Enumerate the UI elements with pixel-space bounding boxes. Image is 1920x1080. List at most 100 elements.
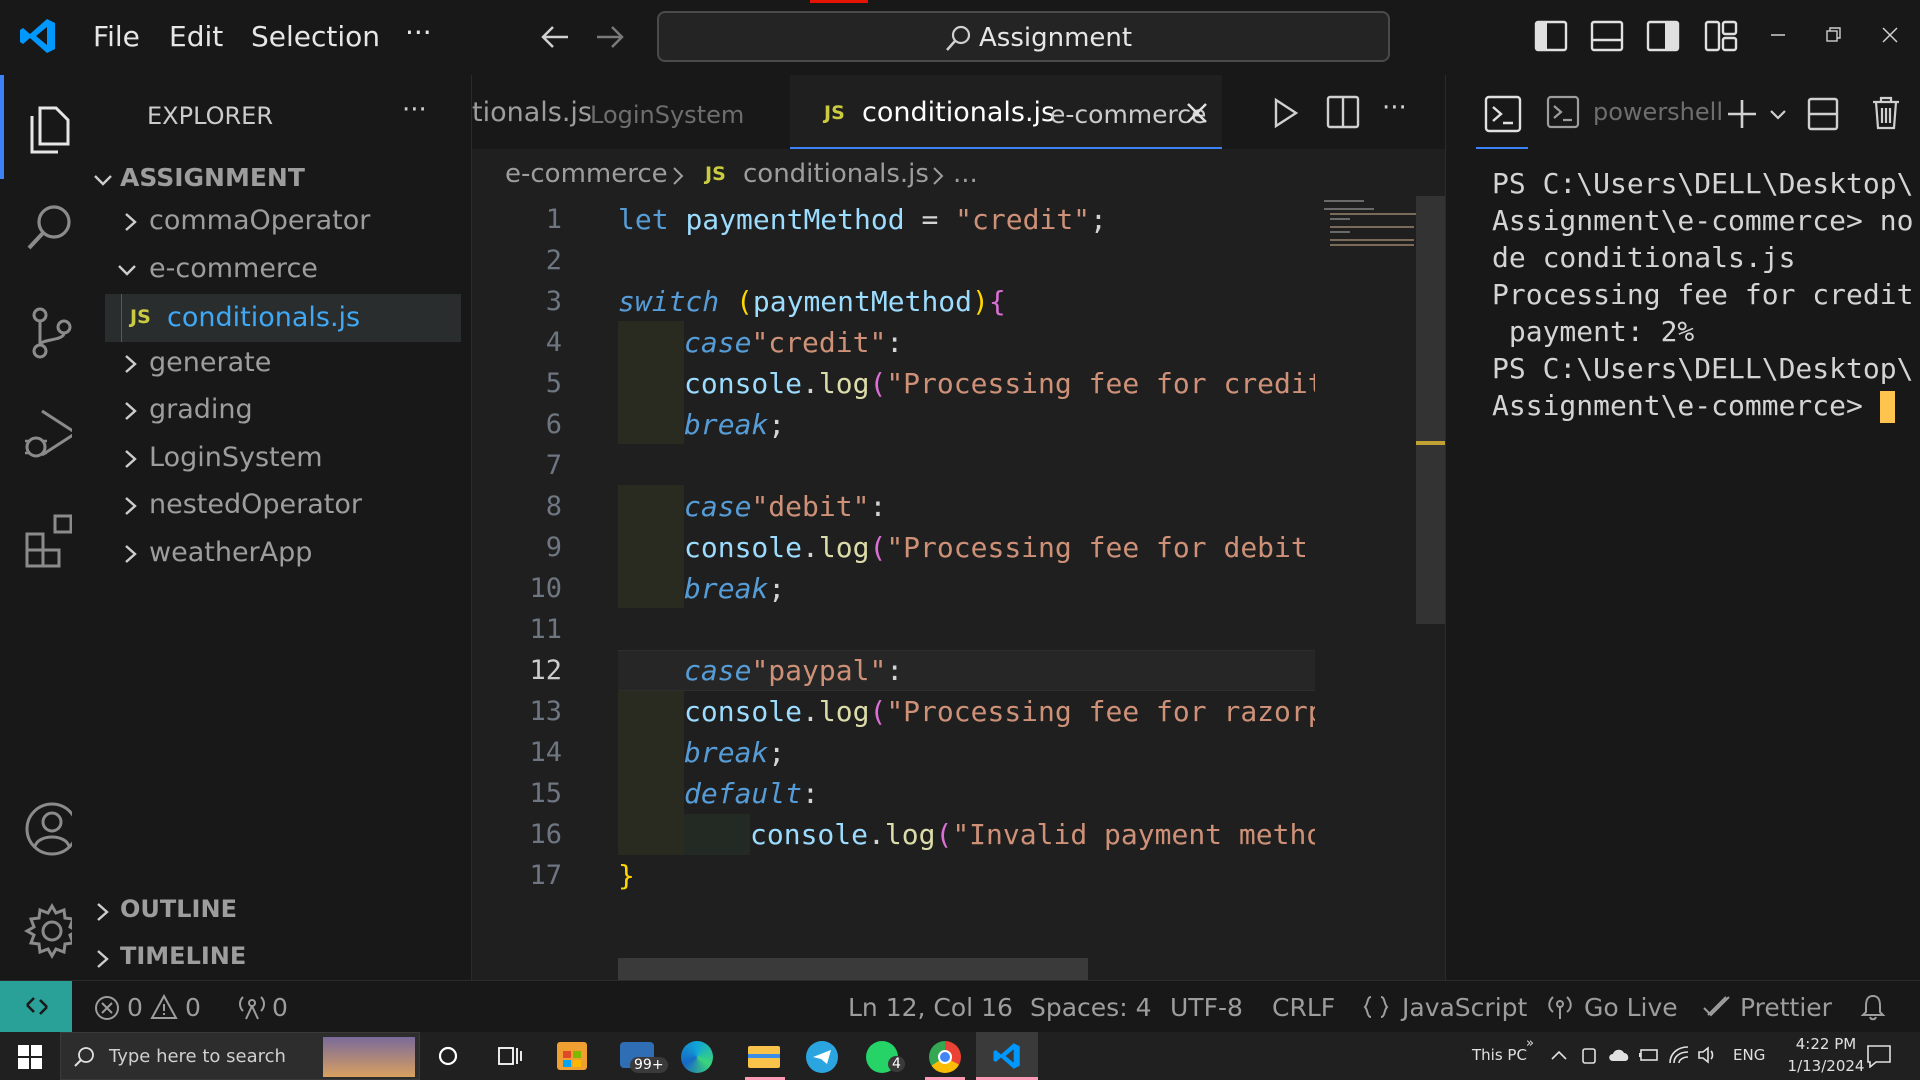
close-window-icon[interactable] — [1882, 27, 1898, 43]
go-live-button[interactable]: Go Live — [1584, 993, 1678, 1022]
search-view-icon[interactable] — [24, 200, 78, 254]
indentation[interactable]: Spaces: 4 — [1030, 993, 1151, 1022]
tab-folder-hint: LoginSystem — [590, 101, 745, 129]
customize-layout-icon[interactable] — [1704, 20, 1738, 52]
whatsapp-badge: 4 — [888, 1056, 905, 1072]
chevron-right-icon — [125, 355, 137, 373]
this-pc-label[interactable]: This PC — [1472, 1046, 1527, 1064]
device-icon[interactable] — [1580, 1046, 1598, 1066]
toggle-panel-icon[interactable] — [1590, 20, 1624, 52]
folder-root-assignment[interactable]: ASSIGNMENT — [92, 163, 472, 197]
line-ending[interactable]: CRLF — [1272, 993, 1335, 1022]
tree-folder-grading[interactable]: grading — [92, 392, 472, 432]
telegram-icon[interactable] — [806, 1041, 838, 1073]
menu-selection[interactable]: Selection — [251, 20, 380, 53]
input-language[interactable]: ENG — [1733, 1046, 1765, 1064]
tab-inactive[interactable]: tionals.js LoginSystem — [472, 75, 790, 149]
code-editor-text[interactable]: let paymentMethod = "credit"; switch (pa… — [618, 199, 1315, 896]
breadcrumb-folder[interactable]: e-commerce — [505, 159, 668, 189]
notifications-bell-icon[interactable] — [1860, 993, 1886, 1021]
battery-icon[interactable] — [1638, 1047, 1660, 1063]
command-center-search[interactable]: Assignment — [657, 11, 1390, 62]
error-count[interactable]: 0 — [127, 993, 143, 1022]
line-number-current: 12 — [529, 655, 562, 686]
cortana-icon[interactable] — [437, 1045, 459, 1067]
microsoft-store-icon[interactable] — [557, 1042, 587, 1070]
explorer-more-button[interactable]: ··· — [402, 95, 427, 125]
menu-edit[interactable]: Edit — [169, 20, 223, 53]
vscode-logo-icon — [20, 19, 55, 53]
tree-folder-nestedOperator[interactable]: nestedOperator — [92, 487, 472, 527]
editor-tab-bar: tionals.js LoginSystem JS conditionals.j… — [472, 75, 1445, 149]
ports-count[interactable]: 0 — [272, 993, 288, 1022]
toggle-secondary-sidebar-icon[interactable] — [1646, 20, 1680, 52]
new-terminal-plus-icon[interactable] — [1726, 98, 1758, 130]
cursor-position[interactable]: Ln 12, Col 16 — [848, 993, 1013, 1022]
edge-browser-icon[interactable] — [681, 1041, 713, 1073]
timeline-section-header[interactable]: TIMELINE — [92, 942, 472, 976]
menu-file[interactable]: File — [93, 20, 140, 53]
run-file-icon[interactable] — [1272, 97, 1300, 129]
kill-terminal-trash-icon[interactable] — [1871, 95, 1901, 131]
forward-arrow-icon[interactable] — [595, 24, 625, 50]
terminal-line: Assignment\e-commerce> — [1492, 387, 1912, 424]
menu-more[interactable]: ··· — [405, 16, 432, 49]
remote-indicator[interactable] — [0, 981, 72, 1033]
chevron-down-icon[interactable] — [1769, 108, 1787, 122]
terminal-panel: powershell PS C:\Users\DELL\Desktop\ Ass… — [1445, 75, 1920, 980]
restore-icon[interactable] — [1826, 27, 1842, 43]
tree-folder-generate[interactable]: generate — [92, 345, 472, 385]
onedrive-cloud-icon[interactable] — [1607, 1047, 1631, 1063]
editor-vertical-scrollbar[interactable] — [1416, 196, 1446, 624]
tree-folder-commaOperator[interactable]: commaOperator — [92, 203, 472, 243]
wifi-icon[interactable] — [1668, 1045, 1690, 1065]
windows-start-icon[interactable] — [18, 1045, 42, 1069]
tree-folder-LoginSystem[interactable]: LoginSystem — [92, 440, 472, 480]
back-arrow-icon[interactable] — [540, 24, 570, 50]
clock-time[interactable]: 4:22 PM — [1786, 1035, 1866, 1053]
terminal-line: Assignment\e-commerce> no — [1492, 204, 1914, 237]
split-terminal-icon[interactable] — [1807, 97, 1839, 131]
terminal-tab-active[interactable] — [1476, 83, 1528, 149]
minimap[interactable] — [1320, 196, 1416, 266]
file-explorer-icon[interactable] — [744, 1040, 784, 1072]
volume-icon[interactable] — [1697, 1046, 1719, 1064]
scrollbar-cursor-marker — [1416, 441, 1446, 445]
close-tab-icon[interactable] — [1186, 102, 1208, 124]
chevron-right-icon — [125, 402, 137, 420]
breadcrumb-more[interactable]: ... — [953, 159, 978, 189]
prettier-button[interactable]: Prettier — [1740, 993, 1832, 1022]
encoding[interactable]: UTF-8 — [1170, 993, 1243, 1022]
terminal-output[interactable]: PS C:\Users\DELL\Desktop\ Assignment\e-c… — [1492, 165, 1914, 424]
warning-icon[interactable] — [150, 994, 178, 1020]
editor-more-button[interactable]: ··· — [1382, 93, 1407, 123]
chevron-right-icon — [125, 213, 137, 231]
explorer-icon[interactable] — [24, 98, 76, 154]
ports-broadcast-icon[interactable] — [237, 993, 267, 1021]
taskbar-search-box[interactable]: Type here to search — [60, 1032, 420, 1080]
chrome-icon[interactable] — [929, 1041, 961, 1073]
toggle-primary-sidebar-icon[interactable] — [1534, 20, 1568, 52]
tree-folder-weatherApp[interactable]: weatherApp — [92, 535, 472, 575]
clock-date[interactable]: 1/13/2024 — [1776, 1057, 1876, 1075]
language-mode[interactable]: JavaScript — [1402, 993, 1527, 1022]
breadcrumb-file[interactable]: conditionals.js — [743, 159, 929, 189]
tab-label: conditionals.js — [862, 97, 1056, 128]
tree-folder-e-commerce[interactable]: e-commerce — [92, 251, 472, 291]
source-control-icon[interactable] — [24, 305, 78, 361]
task-view-icon[interactable] — [498, 1045, 522, 1067]
split-editor-icon[interactable] — [1326, 95, 1360, 129]
tab-active[interactable]: JS conditionals.js e-commerce — [790, 75, 1222, 149]
error-icon[interactable] — [94, 995, 120, 1021]
action-center-icon[interactable] — [1866, 1044, 1892, 1068]
vscode-taskbar-button-active[interactable] — [976, 1032, 1038, 1080]
outline-section-header[interactable]: OUTLINE — [92, 895, 472, 929]
chevron-up-icon[interactable] — [1550, 1049, 1568, 1061]
editor-horizontal-scrollbar[interactable] — [618, 958, 1088, 982]
tree-file-conditionals-js[interactable]: JS conditionals.js — [105, 294, 461, 342]
toolbar-overflow-icon[interactable]: » — [1526, 1036, 1534, 1051]
line-number: 8 — [545, 491, 562, 522]
language-braces-icon — [1363, 996, 1389, 1018]
minimize-icon[interactable] — [1770, 30, 1786, 40]
warning-count[interactable]: 0 — [185, 993, 201, 1022]
